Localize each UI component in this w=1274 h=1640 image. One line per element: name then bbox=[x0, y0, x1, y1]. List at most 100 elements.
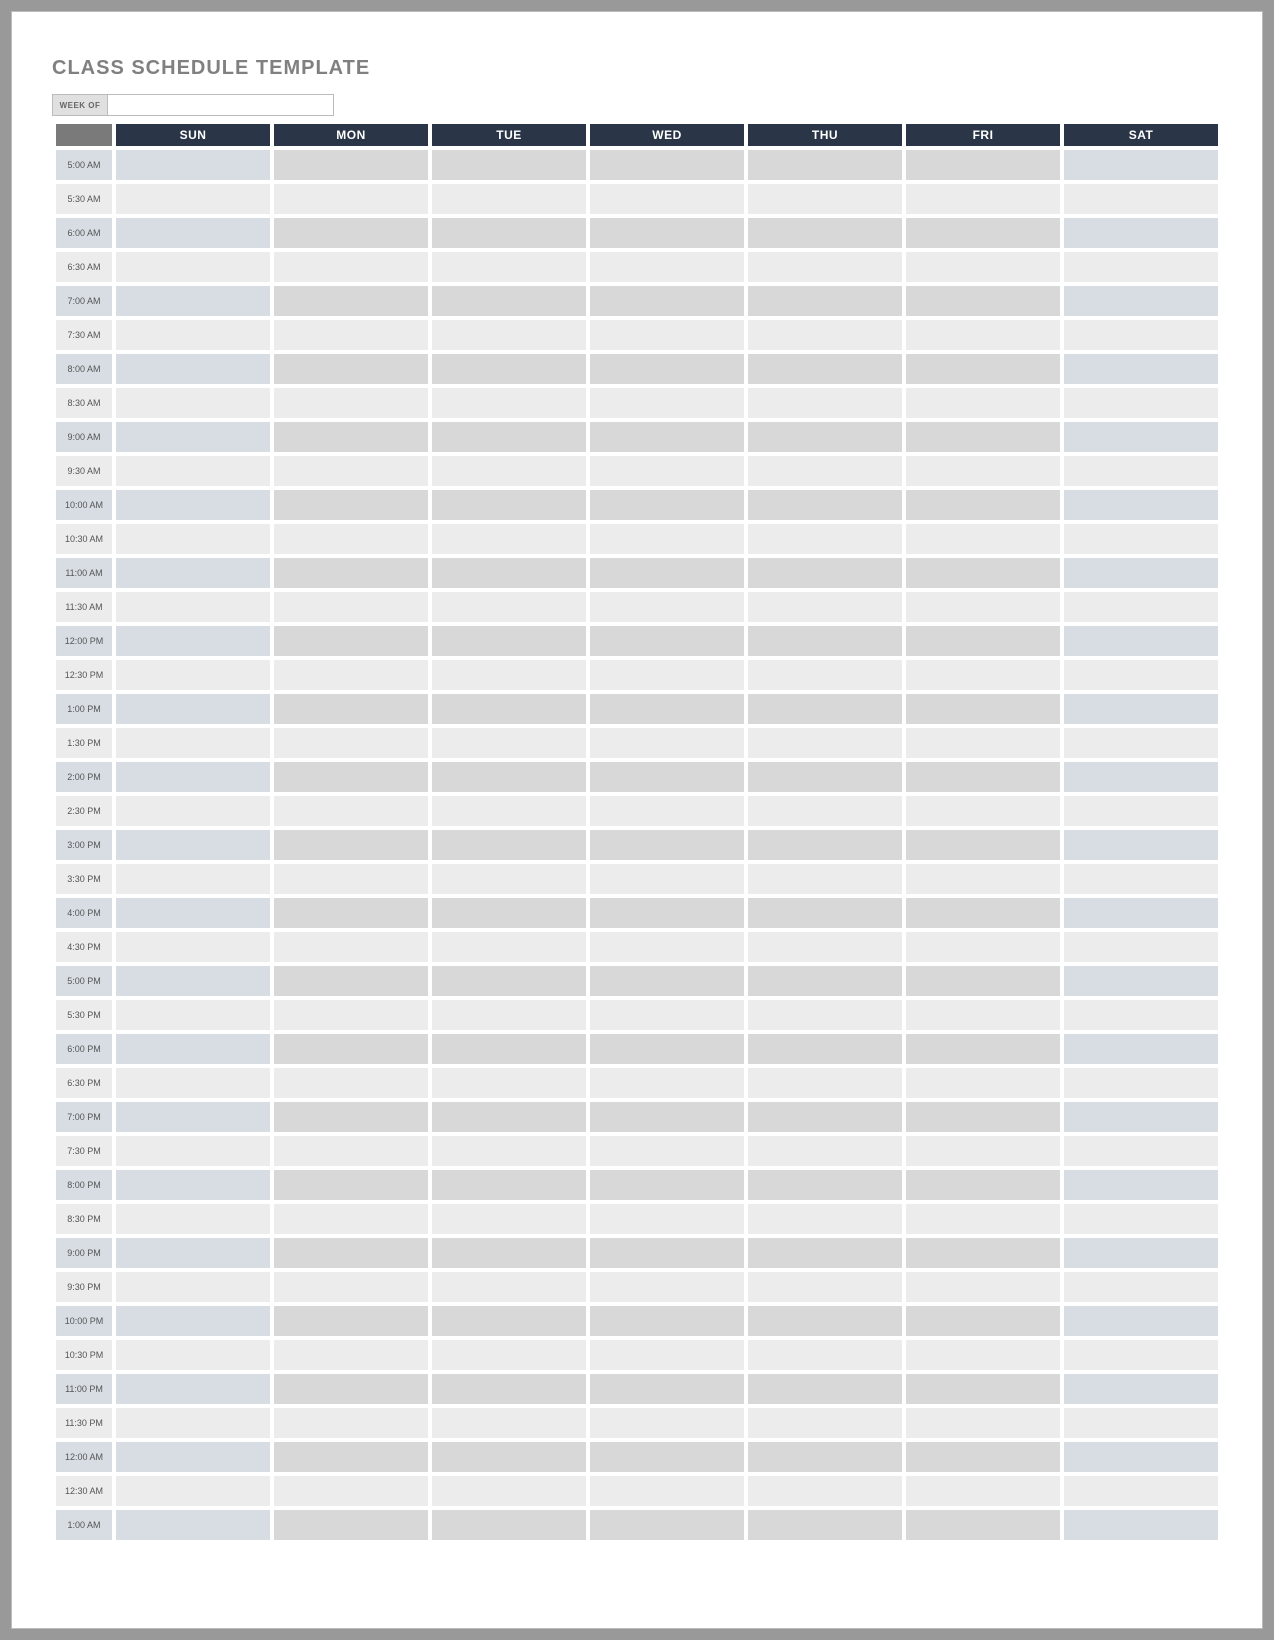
slot-mon[interactable] bbox=[274, 626, 428, 656]
slot-mon[interactable] bbox=[274, 422, 428, 452]
slot-mon[interactable] bbox=[274, 1340, 428, 1370]
slot-tue[interactable] bbox=[432, 1340, 586, 1370]
slot-thu[interactable] bbox=[748, 558, 902, 588]
slot-mon[interactable] bbox=[274, 558, 428, 588]
slot-tue[interactable] bbox=[432, 898, 586, 928]
slot-thu[interactable] bbox=[748, 1136, 902, 1166]
slot-tue[interactable] bbox=[432, 1102, 586, 1132]
slot-sat[interactable] bbox=[1064, 422, 1218, 452]
slot-thu[interactable] bbox=[748, 1000, 902, 1030]
slot-sat[interactable] bbox=[1064, 1068, 1218, 1098]
slot-sun[interactable] bbox=[116, 830, 270, 860]
slot-sat[interactable] bbox=[1064, 558, 1218, 588]
slot-mon[interactable] bbox=[274, 932, 428, 962]
slot-wed[interactable] bbox=[590, 354, 744, 384]
slot-tue[interactable] bbox=[432, 1510, 586, 1540]
slot-fri[interactable] bbox=[906, 1306, 1060, 1336]
slot-mon[interactable] bbox=[274, 796, 428, 826]
slot-sun[interactable] bbox=[116, 1272, 270, 1302]
slot-fri[interactable] bbox=[906, 184, 1060, 214]
slot-sun[interactable] bbox=[116, 762, 270, 792]
slot-sat[interactable] bbox=[1064, 1204, 1218, 1234]
slot-thu[interactable] bbox=[748, 354, 902, 384]
slot-sat[interactable] bbox=[1064, 592, 1218, 622]
slot-wed[interactable] bbox=[590, 388, 744, 418]
slot-sun[interactable] bbox=[116, 320, 270, 350]
slot-tue[interactable] bbox=[432, 422, 586, 452]
slot-thu[interactable] bbox=[748, 524, 902, 554]
slot-fri[interactable] bbox=[906, 1136, 1060, 1166]
slot-fri[interactable] bbox=[906, 1272, 1060, 1302]
slot-mon[interactable] bbox=[274, 762, 428, 792]
slot-mon[interactable] bbox=[274, 1238, 428, 1268]
slot-sat[interactable] bbox=[1064, 524, 1218, 554]
slot-sun[interactable] bbox=[116, 558, 270, 588]
slot-sat[interactable] bbox=[1064, 218, 1218, 248]
slot-fri[interactable] bbox=[906, 796, 1060, 826]
slot-wed[interactable] bbox=[590, 694, 744, 724]
slot-sun[interactable] bbox=[116, 422, 270, 452]
slot-sun[interactable] bbox=[116, 1136, 270, 1166]
slot-thu[interactable] bbox=[748, 1374, 902, 1404]
slot-sat[interactable] bbox=[1064, 1102, 1218, 1132]
slot-sat[interactable] bbox=[1064, 898, 1218, 928]
slot-sun[interactable] bbox=[116, 694, 270, 724]
slot-tue[interactable] bbox=[432, 1068, 586, 1098]
slot-tue[interactable] bbox=[432, 932, 586, 962]
slot-tue[interactable] bbox=[432, 1204, 586, 1234]
slot-tue[interactable] bbox=[432, 626, 586, 656]
slot-wed[interactable] bbox=[590, 864, 744, 894]
slot-thu[interactable] bbox=[748, 1238, 902, 1268]
slot-tue[interactable] bbox=[432, 660, 586, 690]
slot-mon[interactable] bbox=[274, 320, 428, 350]
slot-tue[interactable] bbox=[432, 286, 586, 316]
slot-mon[interactable] bbox=[274, 1272, 428, 1302]
slot-tue[interactable] bbox=[432, 592, 586, 622]
slot-thu[interactable] bbox=[748, 490, 902, 520]
slot-fri[interactable] bbox=[906, 660, 1060, 690]
slot-wed[interactable] bbox=[590, 898, 744, 928]
slot-sun[interactable] bbox=[116, 592, 270, 622]
slot-fri[interactable] bbox=[906, 490, 1060, 520]
slot-tue[interactable] bbox=[432, 150, 586, 180]
slot-fri[interactable] bbox=[906, 932, 1060, 962]
slot-thu[interactable] bbox=[748, 150, 902, 180]
slot-wed[interactable] bbox=[590, 456, 744, 486]
slot-sun[interactable] bbox=[116, 150, 270, 180]
slot-tue[interactable] bbox=[432, 558, 586, 588]
slot-tue[interactable] bbox=[432, 1272, 586, 1302]
slot-mon[interactable] bbox=[274, 490, 428, 520]
slot-fri[interactable] bbox=[906, 1510, 1060, 1540]
slot-sun[interactable] bbox=[116, 388, 270, 418]
slot-thu[interactable] bbox=[748, 626, 902, 656]
slot-mon[interactable] bbox=[274, 1510, 428, 1540]
slot-fri[interactable] bbox=[906, 830, 1060, 860]
slot-fri[interactable] bbox=[906, 1238, 1060, 1268]
slot-sat[interactable] bbox=[1064, 932, 1218, 962]
slot-sat[interactable] bbox=[1064, 354, 1218, 384]
slot-wed[interactable] bbox=[590, 592, 744, 622]
slot-sat[interactable] bbox=[1064, 1306, 1218, 1336]
slot-wed[interactable] bbox=[590, 1306, 744, 1336]
slot-thu[interactable] bbox=[748, 966, 902, 996]
slot-fri[interactable] bbox=[906, 1170, 1060, 1200]
slot-fri[interactable] bbox=[906, 1102, 1060, 1132]
slot-fri[interactable] bbox=[906, 728, 1060, 758]
slot-thu[interactable] bbox=[748, 422, 902, 452]
slot-fri[interactable] bbox=[906, 1340, 1060, 1370]
slot-thu[interactable] bbox=[748, 1034, 902, 1064]
slot-sat[interactable] bbox=[1064, 1272, 1218, 1302]
slot-fri[interactable] bbox=[906, 1476, 1060, 1506]
slot-sat[interactable] bbox=[1064, 490, 1218, 520]
slot-mon[interactable] bbox=[274, 388, 428, 418]
slot-wed[interactable] bbox=[590, 184, 744, 214]
slot-wed[interactable] bbox=[590, 320, 744, 350]
slot-mon[interactable] bbox=[274, 354, 428, 384]
slot-wed[interactable] bbox=[590, 830, 744, 860]
slot-sat[interactable] bbox=[1064, 1374, 1218, 1404]
slot-sat[interactable] bbox=[1064, 1238, 1218, 1268]
slot-sun[interactable] bbox=[116, 218, 270, 248]
slot-sat[interactable] bbox=[1064, 728, 1218, 758]
slot-thu[interactable] bbox=[748, 1170, 902, 1200]
slot-wed[interactable] bbox=[590, 796, 744, 826]
